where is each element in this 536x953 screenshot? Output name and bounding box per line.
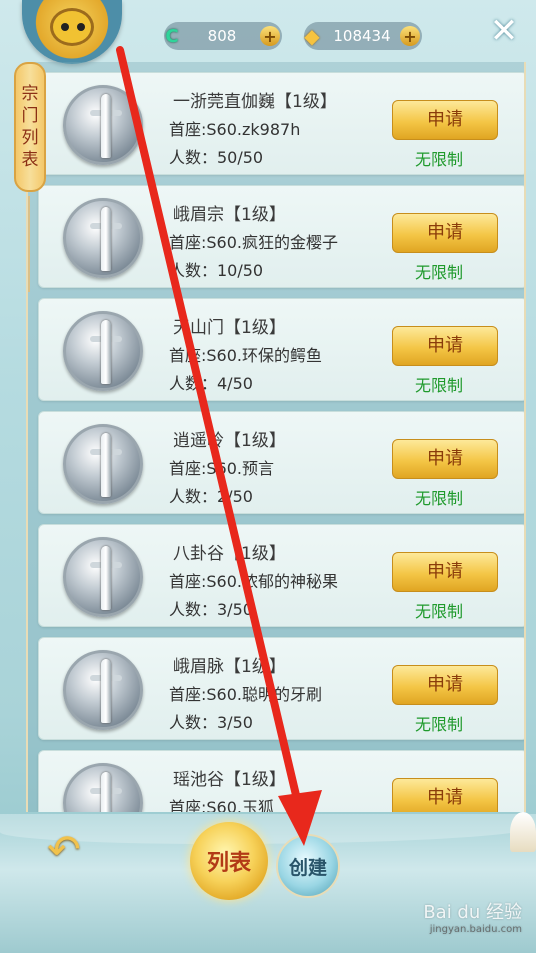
sect-card: 一浙莞直伽巍【1级】 首座:S60.zk987h 人数：50/50 申请 无限制 bbox=[38, 72, 524, 175]
apply-button[interactable]: 申请 bbox=[392, 439, 498, 479]
join-limit: 无限制 bbox=[415, 715, 464, 734]
tab-create-label: 创建 bbox=[288, 856, 327, 879]
jade-currency: C 808 + bbox=[164, 22, 282, 50]
add-gold-button[interactable]: + bbox=[400, 26, 420, 46]
sword-emblem-icon bbox=[63, 537, 143, 617]
sword-emblem-icon bbox=[63, 650, 143, 730]
close-button[interactable]: ✕ bbox=[488, 14, 520, 48]
sect-card: 峨眉宗【1级】 首座:S60.疯狂的金樱子 人数：10/50 申请 无限制 bbox=[38, 185, 524, 288]
sect-leader: 首座:S60.预言 bbox=[169, 459, 274, 478]
sect-card: 八卦谷【1级】 首座:S60.浓郁的神秘果 人数：3/50 申请 无限制 bbox=[38, 524, 524, 627]
gold-ingot-icon: ◆ bbox=[304, 24, 320, 48]
sect-name: 峨眉脉【1级】 bbox=[173, 657, 286, 677]
back-arrow-icon[interactable]: ↶ bbox=[40, 830, 88, 872]
baidu-watermark: Bai du 经验 jingyan.baidu.com bbox=[423, 898, 522, 935]
jade-value: 808 bbox=[207, 27, 237, 45]
sect-members: 人数：3/50 bbox=[169, 713, 253, 732]
tab-list[interactable]: 列表 bbox=[190, 822, 268, 900]
sect-leader: 首座:S60.疯狂的金樱子 bbox=[169, 233, 338, 252]
sword-emblem-icon bbox=[63, 424, 143, 504]
side-tab-char: 表 bbox=[21, 150, 39, 170]
sect-members: 人数：4/50 bbox=[169, 374, 253, 393]
side-tab-char: 门 bbox=[21, 106, 39, 126]
sect-name: 天山门【1级】 bbox=[173, 318, 286, 338]
top-bar: C 808 + ◆ 108434 + ✕ bbox=[0, 0, 536, 70]
side-tab-char: 宗 bbox=[21, 84, 39, 104]
apply-button[interactable]: 申请 bbox=[392, 778, 498, 812]
apply-button[interactable]: 申请 bbox=[392, 665, 498, 705]
join-limit: 无限制 bbox=[415, 263, 464, 282]
sect-name: 瑶池谷【1级】 bbox=[173, 770, 286, 790]
watermark-url: jingyan.baidu.com bbox=[429, 924, 522, 935]
tab-list-label: 列表 bbox=[206, 850, 251, 876]
add-jade-button[interactable]: + bbox=[260, 26, 280, 46]
watermark-brand: Bai du 经验 bbox=[423, 902, 522, 923]
sword-emblem-icon bbox=[63, 85, 143, 165]
sect-leader: 首座:S60.环保的鳄鱼 bbox=[169, 346, 322, 365]
apply-button[interactable]: 申请 bbox=[392, 326, 498, 366]
jade-icon: C bbox=[165, 25, 179, 47]
sect-name: 逍遥岭【1级】 bbox=[173, 431, 286, 451]
sect-members: 人数：50/50 bbox=[169, 148, 264, 167]
sect-members: 人数：10/50 bbox=[169, 261, 264, 280]
sect-name: 峨眉宗【1级】 bbox=[173, 205, 286, 225]
sect-name: 一浙莞直伽巍【1级】 bbox=[173, 92, 337, 112]
join-limit: 无限制 bbox=[415, 150, 464, 169]
join-limit: 无限制 bbox=[415, 602, 464, 621]
join-limit: 无限制 bbox=[415, 376, 464, 395]
sect-leader: 首座:S60.zk987h bbox=[169, 120, 301, 139]
sect-members: 人数：2/50 bbox=[169, 487, 253, 506]
gold-currency: ◆ 108434 + bbox=[304, 22, 422, 50]
apply-button[interactable]: 申请 bbox=[392, 100, 498, 140]
sect-list[interactable]: 一浙莞直伽巍【1级】 首座:S60.zk987h 人数：50/50 申请 无限制… bbox=[26, 62, 526, 812]
sword-emblem-icon bbox=[63, 763, 143, 812]
avatar-toad-icon bbox=[50, 8, 94, 46]
apply-button[interactable]: 申请 bbox=[392, 213, 498, 253]
sword-emblem-icon bbox=[63, 311, 143, 391]
sect-card: 峨眉脉【1级】 首座:S60.聪明的牙刷 人数：3/50 申请 无限制 bbox=[38, 637, 524, 740]
sword-emblem-icon bbox=[63, 198, 143, 278]
side-tab-tassel bbox=[28, 196, 30, 292]
sect-leader: 首座:S60.玉狐 bbox=[169, 798, 274, 812]
sect-card: 逍遥岭【1级】 首座:S60.预言 人数：2/50 申请 无限制 bbox=[38, 411, 524, 514]
side-tab-char: 列 bbox=[21, 128, 39, 148]
sect-leader: 首座:S60.浓郁的神秘果 bbox=[169, 572, 338, 591]
sect-card: 瑶池谷【1级】 首座:S60.玉狐 申请 bbox=[38, 750, 524, 812]
sect-members: 人数：3/50 bbox=[169, 600, 253, 619]
apply-button[interactable]: 申请 bbox=[392, 552, 498, 592]
lotus-decoration bbox=[510, 812, 536, 852]
gold-value: 108434 bbox=[333, 27, 391, 45]
sect-leader: 首座:S60.聪明的牙刷 bbox=[169, 685, 322, 704]
tab-create[interactable]: 创建 bbox=[276, 834, 340, 898]
sect-list-side-tab[interactable]: 宗 门 列 表 bbox=[14, 62, 46, 192]
sect-name: 八卦谷【1级】 bbox=[173, 544, 286, 564]
join-limit: 无限制 bbox=[415, 489, 464, 508]
player-avatar[interactable] bbox=[22, 0, 122, 64]
sect-card: 天山门【1级】 首座:S60.环保的鳄鱼 人数：4/50 申请 无限制 bbox=[38, 298, 524, 401]
